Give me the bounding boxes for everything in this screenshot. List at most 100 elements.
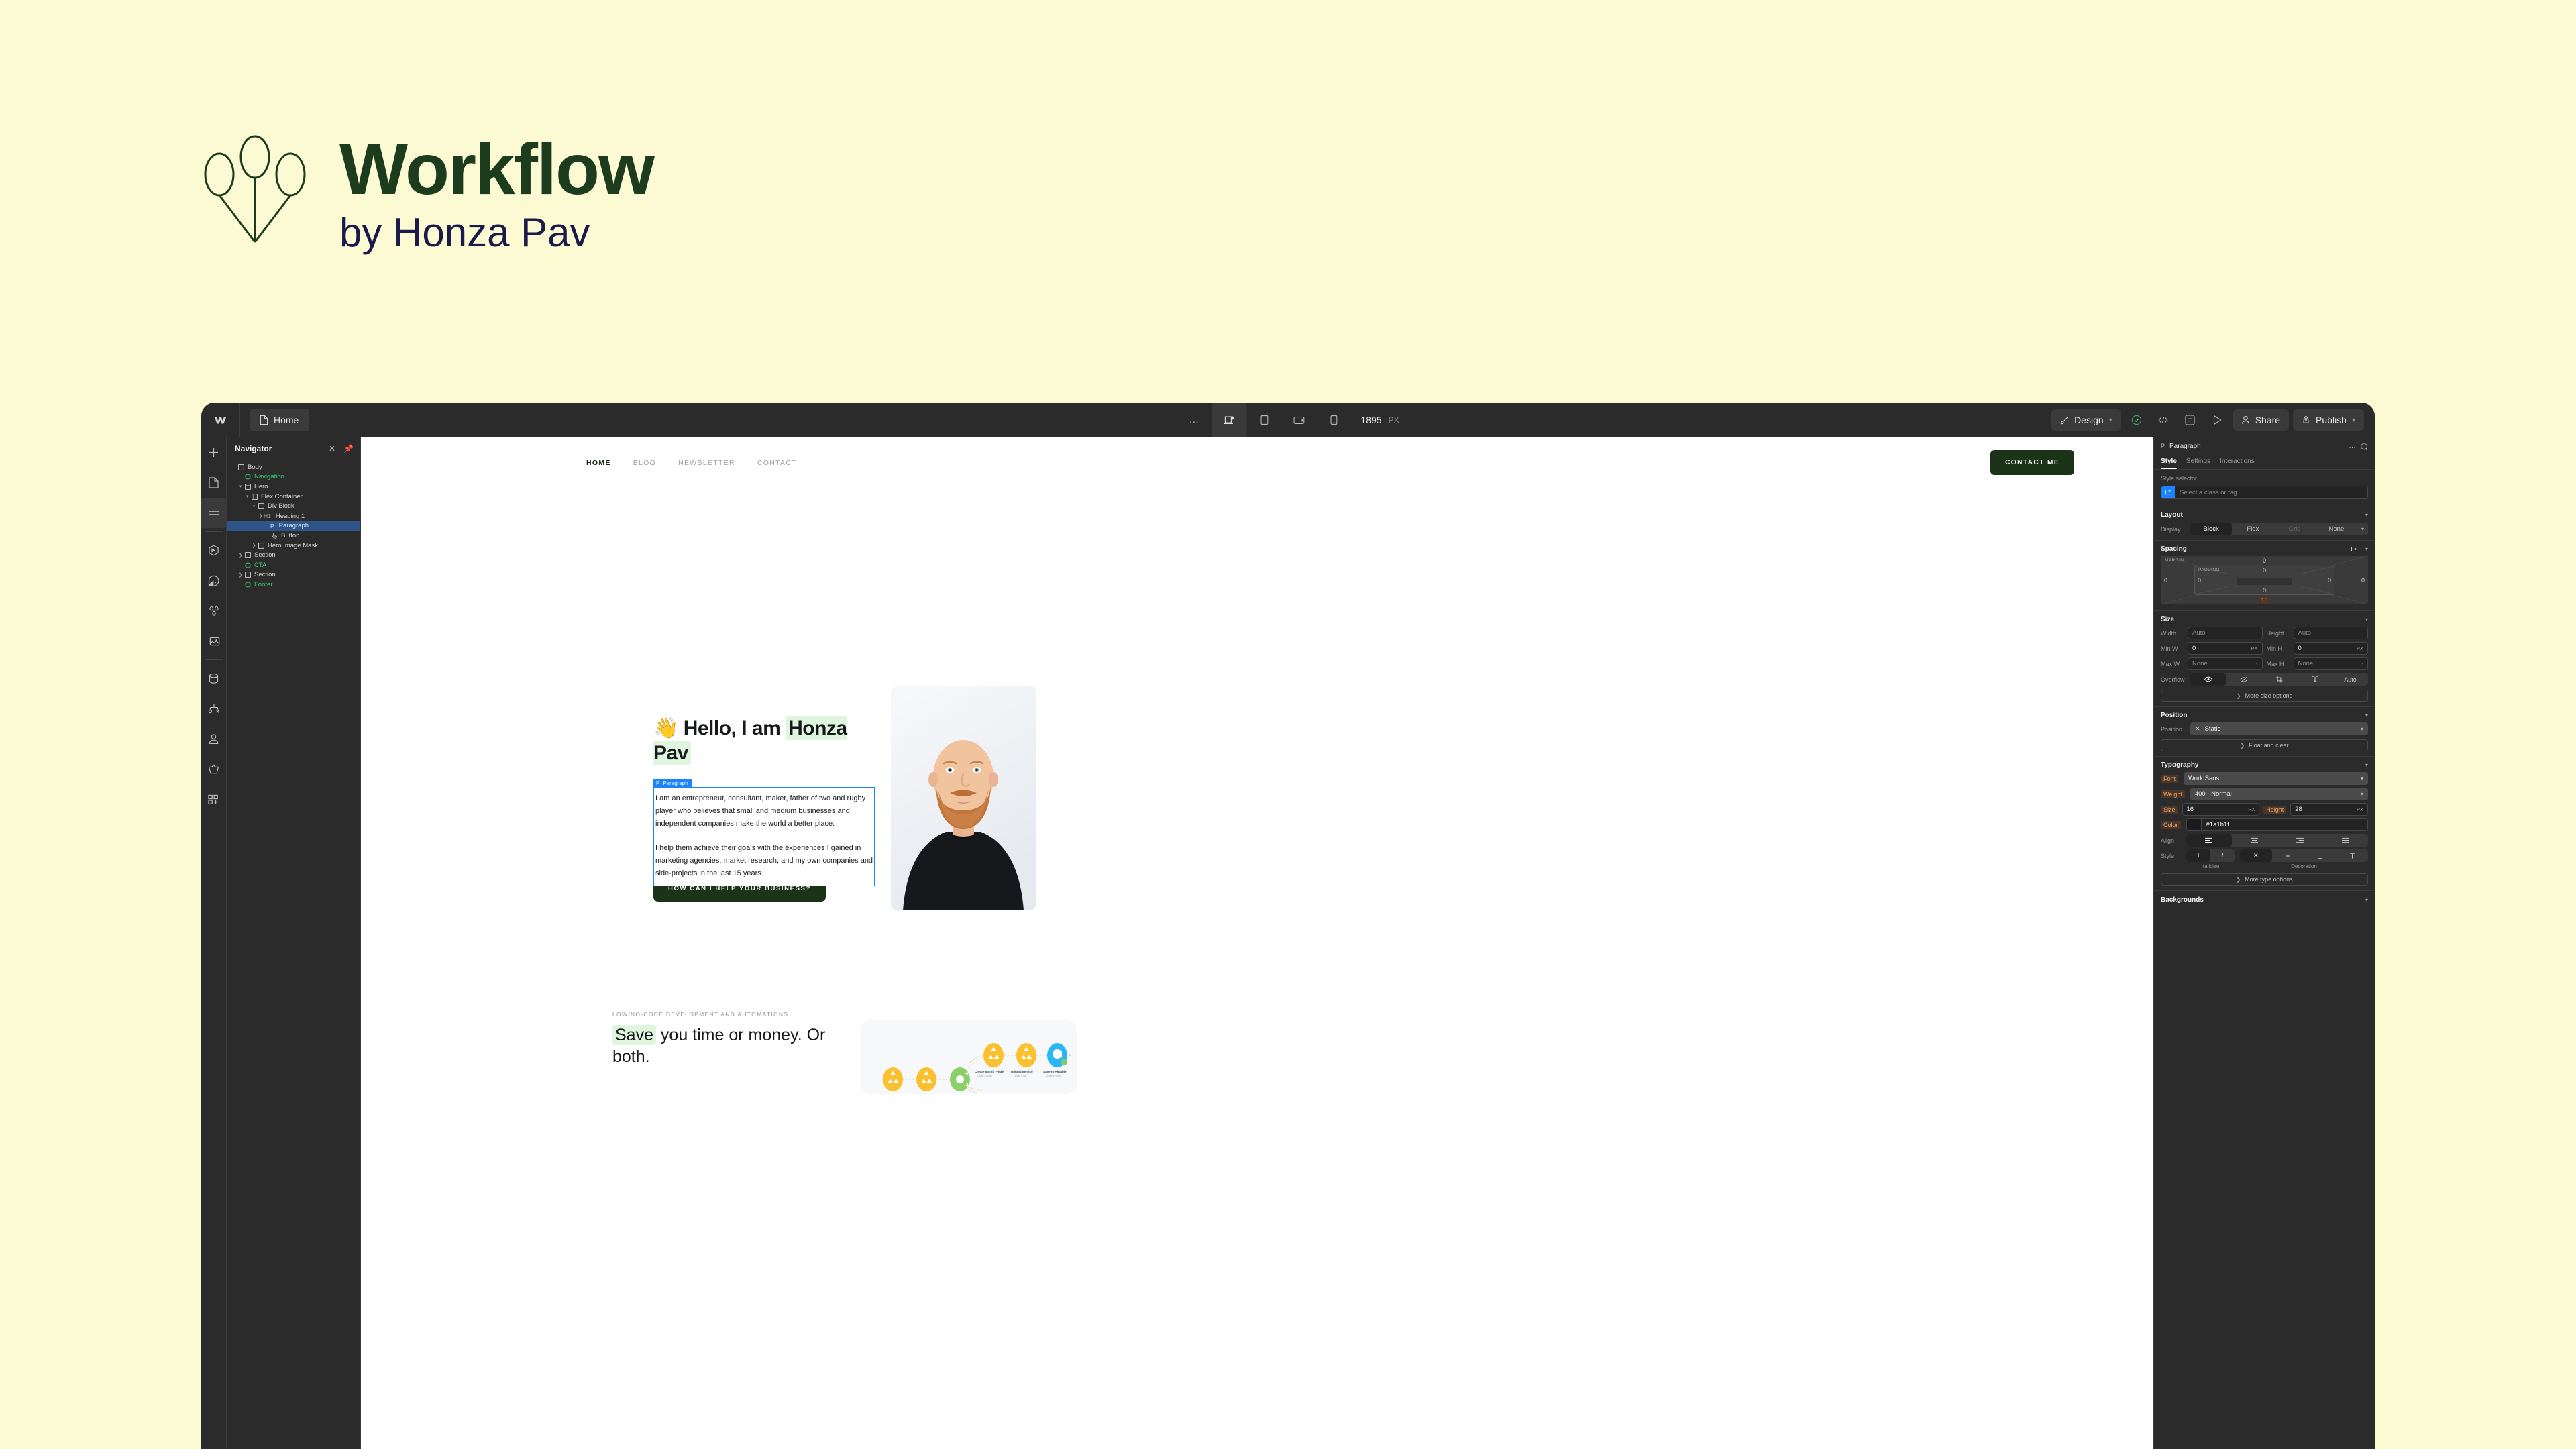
cms-icon[interactable] bbox=[201, 663, 227, 694]
overflow-auto-label[interactable]: Auto bbox=[2332, 673, 2368, 686]
margin-left-value[interactable]: 0 bbox=[2164, 577, 2167, 584]
margin-bottom-value[interactable]: 10 bbox=[2257, 597, 2271, 604]
align-justify-icon[interactable] bbox=[2322, 834, 2368, 847]
upright-icon[interactable]: I bbox=[2186, 849, 2210, 862]
overflow-clip-icon[interactable] bbox=[2297, 673, 2332, 686]
site-nav-link-newsletter[interactable]: NEWSLETTER bbox=[678, 459, 735, 467]
chevron-right-icon[interactable]: ❯ bbox=[258, 513, 264, 519]
page-tab-home[interactable]: Home bbox=[250, 409, 310, 431]
tree-item-hero[interactable]: ▾ Hero bbox=[227, 482, 360, 492]
users-icon[interactable] bbox=[201, 724, 227, 754]
color-swatch[interactable] bbox=[2186, 819, 2202, 830]
tree-item-navigation[interactable]: Navigation bbox=[227, 472, 360, 482]
decoration-underline-icon[interactable] bbox=[2304, 849, 2337, 862]
tablet-breakpoint-icon[interactable] bbox=[1246, 402, 1281, 437]
font-select[interactable]: Work Sans ▾ bbox=[2184, 772, 2368, 785]
tree-item-button[interactable]: Button bbox=[227, 531, 360, 541]
decoration-overline-icon[interactable] bbox=[2336, 849, 2368, 862]
align-left-icon[interactable] bbox=[2186, 834, 2232, 847]
size-field-2-b-input[interactable]: None - bbox=[2293, 657, 2368, 670]
italic-icon[interactable]: I bbox=[2210, 849, 2235, 862]
chevron-down-icon[interactable]: ▾ bbox=[2365, 762, 2368, 768]
line-height-input[interactable]: 28 PX bbox=[2290, 803, 2368, 816]
section-two-heading[interactable]: Save you time or money. Or both. bbox=[612, 1024, 841, 1067]
chevron-down-icon[interactable]: ▾ bbox=[2365, 546, 2368, 552]
mobile-portrait-breakpoint-icon[interactable] bbox=[1316, 402, 1351, 437]
chevron-right-icon[interactable]: ❯ bbox=[237, 572, 244, 578]
desktop-breakpoint-icon[interactable] bbox=[1212, 402, 1247, 437]
style-selector-input[interactable]: Select a class or tag bbox=[2161, 486, 2368, 499]
add-elements-icon[interactable] bbox=[201, 437, 227, 468]
design-canvas[interactable]: HOME BLOG NEWSLETTER CONTACT CONTACT ME 👋 H… bbox=[361, 437, 2153, 1449]
share-button[interactable]: Share bbox=[2232, 409, 2290, 431]
size-field-1-b-input[interactable]: 0 PX bbox=[2293, 642, 2368, 655]
close-icon[interactable]: ✕ bbox=[329, 445, 335, 453]
logic-icon[interactable] bbox=[201, 694, 227, 724]
size-field-1-a-input[interactable]: 0 PX bbox=[2188, 642, 2263, 655]
pin-icon[interactable]: 📌 bbox=[343, 445, 354, 453]
tree-item-paragraph[interactable]: P Paragraph bbox=[227, 521, 360, 531]
decoration-none-icon[interactable]: ✕ bbox=[2240, 849, 2272, 862]
site-nav-link-blog[interactable]: BLOG bbox=[633, 459, 656, 467]
tree-item-section[interactable]: ❯ Section bbox=[227, 570, 360, 580]
tree-item-footer[interactable]: Footer bbox=[227, 580, 360, 590]
weight-select[interactable]: 400 - Normal ▾ bbox=[2190, 788, 2368, 800]
audit-panel-icon[interactable] bbox=[2179, 409, 2202, 431]
style-selectors-icon[interactable] bbox=[201, 566, 227, 596]
checkmark-status-icon[interactable] bbox=[2125, 409, 2148, 431]
text-color-input[interactable]: #1a1b1f bbox=[2186, 818, 2368, 831]
overflow-hidden-icon[interactable] bbox=[2226, 673, 2261, 686]
tree-item-body[interactable]: Body bbox=[227, 462, 360, 472]
create-component-icon[interactable] bbox=[2361, 442, 2368, 450]
more-options-icon[interactable]: … bbox=[2349, 443, 2356, 449]
tree-item-cta[interactable]: CTA bbox=[227, 560, 360, 570]
chevron-down-icon[interactable]: ▾ bbox=[237, 484, 244, 489]
align-center-icon[interactable] bbox=[2232, 834, 2277, 847]
pages-icon[interactable] bbox=[201, 468, 227, 498]
spacing-box[interactable]: MARGIN 0 0 0 10 PADDING 0 0 0 0 bbox=[2161, 556, 2368, 604]
site-nav-link-home[interactable]: HOME bbox=[586, 459, 611, 467]
display-option-none[interactable]: None bbox=[2316, 523, 2357, 535]
align-right-icon[interactable] bbox=[2277, 834, 2323, 847]
float-and-clear-button[interactable]: ❯ Float and clear bbox=[2161, 739, 2368, 751]
viewport-size[interactable]: 1895 PX bbox=[1360, 415, 1399, 425]
font-size-input[interactable]: 16 PX bbox=[2182, 803, 2260, 816]
inspector-tab-style[interactable]: Style bbox=[2161, 458, 2177, 469]
position-select[interactable]: ✕ Static ▾ bbox=[2190, 722, 2368, 735]
padding-bottom-value[interactable]: 0 bbox=[2263, 587, 2266, 594]
chevron-down-icon[interactable]: ▾ bbox=[2365, 712, 2368, 718]
overflow-scroll-icon[interactable] bbox=[2261, 673, 2297, 686]
clear-x-icon[interactable]: ✕ bbox=[2195, 725, 2200, 733]
preview-play-icon[interactable] bbox=[2206, 409, 2229, 431]
mobile-landscape-breakpoint-icon[interactable] bbox=[1281, 402, 1316, 437]
more-options-icon[interactable]: … bbox=[1177, 402, 1212, 437]
chevron-down-icon[interactable]: ▾ bbox=[244, 494, 250, 499]
components-icon[interactable] bbox=[201, 535, 227, 566]
chevron-down-icon[interactable]: ▾ bbox=[2365, 897, 2368, 903]
display-option-block[interactable]: Block bbox=[2190, 523, 2233, 535]
apps-icon[interactable] bbox=[201, 784, 227, 814]
tree-item-div-block[interactable]: ▾ Div Block bbox=[227, 501, 360, 511]
tree-item-flex-container[interactable]: ▾ Flex Container bbox=[227, 492, 360, 502]
spacing-link-icon[interactable] bbox=[2351, 546, 2359, 552]
code-export-icon[interactable] bbox=[2152, 409, 2175, 431]
more-type-options-button[interactable]: ❯ More type options bbox=[2161, 873, 2368, 885]
contact-me-button[interactable]: CONTACT ME bbox=[1990, 450, 2074, 475]
chevron-right-icon[interactable]: ❯ bbox=[251, 543, 257, 548]
chevron-down-icon[interactable]: ▾ bbox=[2365, 616, 2368, 623]
hero-heading[interactable]: 👋 Hello, I am Honza Pav bbox=[653, 716, 881, 765]
size-field-2-a-input[interactable]: None - bbox=[2188, 657, 2263, 670]
hero-portrait-image[interactable] bbox=[891, 686, 1036, 910]
selected-paragraph-element[interactable]: I am an entrepreneur, consultant, maker,… bbox=[653, 787, 875, 887]
more-size-options-button[interactable]: ❯ More size options bbox=[2161, 690, 2368, 702]
overflow-visible-icon[interactable] bbox=[2190, 673, 2226, 686]
ecommerce-icon[interactable] bbox=[201, 754, 227, 784]
publish-button[interactable]: Publish ▾ bbox=[2293, 409, 2364, 431]
automation-diagram-card[interactable]: Create Month Folder Create a Folder Uplo… bbox=[861, 1020, 1077, 1094]
margin-right-value[interactable]: 0 bbox=[2361, 577, 2365, 584]
variables-icon[interactable] bbox=[201, 596, 227, 626]
tree-item-section[interactable]: ❯ Section bbox=[227, 550, 360, 560]
navigator-icon[interactable] bbox=[201, 498, 227, 528]
assets-icon[interactable] bbox=[201, 626, 227, 656]
decoration-strikethrough-icon[interactable] bbox=[2272, 849, 2304, 862]
